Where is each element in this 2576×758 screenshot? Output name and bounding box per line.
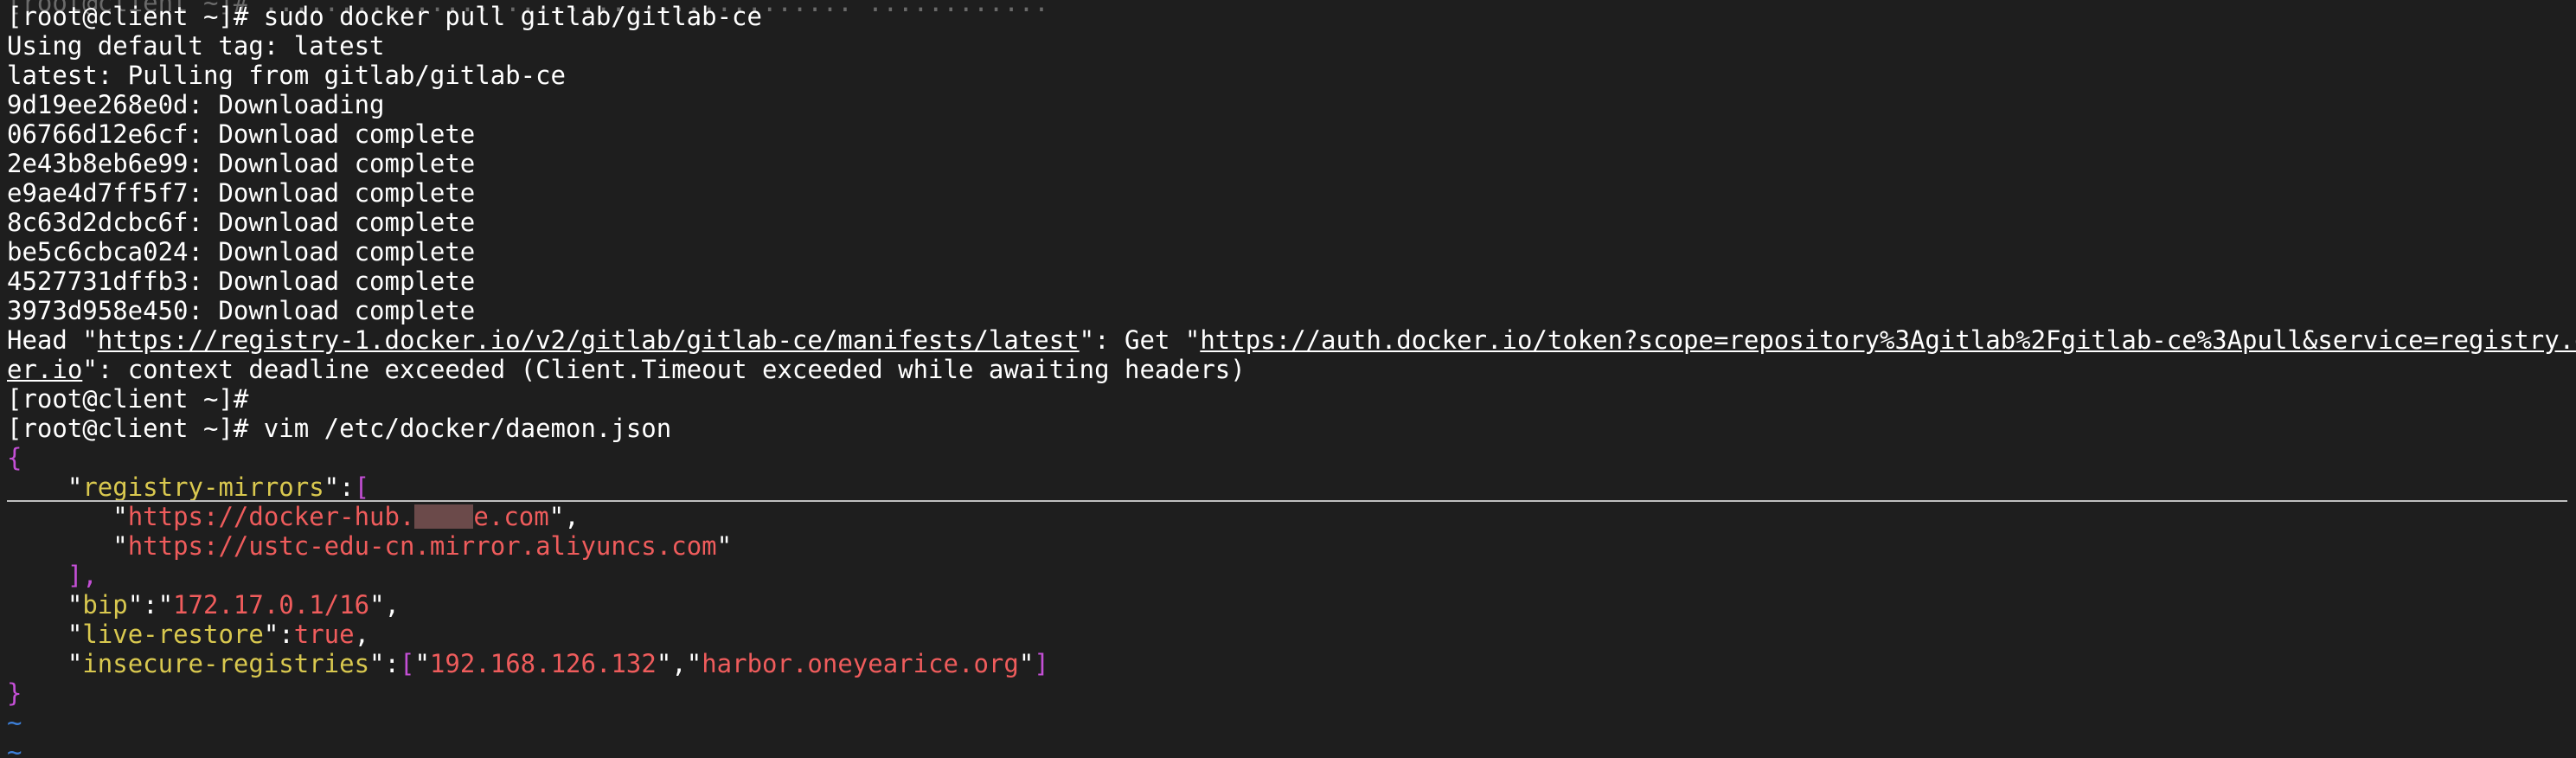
mirror1-value-end: e.com [473, 502, 549, 531]
quote: " [67, 649, 83, 678]
manifest-url-link[interactable]: https://registry-1.docker.io/v2/gitlab/g… [98, 325, 1080, 355]
error-middle: ": Get " [1079, 325, 1201, 355]
key-live-restore: live-restore [82, 620, 264, 649]
key-registry-mirrors: registry-mirrors [82, 472, 324, 502]
quote: ", [369, 590, 400, 620]
json-line-bip: "bip":"172.17.0.1/16", [7, 590, 400, 620]
quote: " [67, 590, 83, 620]
mirror2-value: https://ustc-edu-cn.mirror.aliyuncs.com [127, 531, 717, 561]
quote: " [414, 649, 430, 678]
output-line: 3973d958e450: Download complete [7, 296, 476, 325]
json-line-mirror1: "https://docker-hub. e.com", [7, 502, 580, 531]
output-line: 8c63d2dcbc6f: Download complete [7, 208, 476, 237]
insecure-registry-1: 192.168.126.132 [429, 649, 657, 678]
error-suffix: ": context deadline exceeded (Client.Tim… [82, 355, 1246, 384]
value-live-restore: true [293, 620, 355, 649]
output-line: Using default tag: latest [7, 31, 385, 61]
close-brace: } [7, 678, 22, 708]
close-bracket: ], [67, 561, 98, 590]
output-line: 9d19ee268e0d: Downloading [7, 90, 385, 119]
auth-url-link-wrap[interactable]: er.io [7, 355, 82, 384]
open-brace: { [7, 443, 22, 472]
quote: ": [263, 620, 294, 649]
quote: " [67, 620, 83, 649]
redacted-block [414, 504, 474, 529]
output-line: be5c6cbca024: Download complete [7, 237, 476, 267]
quote: " [716, 531, 733, 561]
insecure-registry-2: harbor.oneyearice.org [702, 649, 1019, 678]
output-line: 4527731dffb3: Download complete [7, 267, 476, 296]
auth-url-link[interactable]: https://auth.docker.io/token?scope=repos… [1200, 325, 2576, 355]
quote: ": [369, 649, 400, 678]
json-line-mirror2: "https://ustc-edu-cn.mirror.aliyuncs.com… [7, 531, 732, 561]
output-line: e9ae4d7ff5f7: Download complete [7, 178, 476, 208]
quote: ": [324, 472, 355, 502]
comma: , [354, 620, 370, 649]
quote: ":" [127, 590, 174, 620]
quote: " [1018, 649, 1035, 678]
output-line: 06766d12e6cf: Download complete [7, 119, 476, 149]
output-line: 2e43b8eb6e99: Download complete [7, 149, 476, 178]
json-close-bracket-line: ], [7, 561, 98, 590]
mirror1-value-start: https://docker-hub. [127, 502, 415, 531]
quote: "," [656, 649, 702, 678]
prompt-line: [root@client ~]# [7, 384, 249, 414]
error-line-wrap: er.io": context deadline exceeded (Clien… [7, 355, 1246, 384]
json-line-insecure-registries: "insecure-registries":["192.168.126.132"… [7, 649, 1049, 678]
quote: " [112, 531, 128, 561]
error-line: Head "https://registry-1.docker.io/v2/gi… [7, 325, 2576, 355]
output-line: latest: Pulling from gitlab/gitlab-ce [7, 61, 567, 90]
open-bracket: [ [399, 649, 415, 678]
command-line-docker-pull: [root@client ~]# sudo docker pull gitlab… [7, 2, 762, 31]
open-bracket: [ [354, 472, 370, 502]
vim-empty-line-tilde: ~ [7, 708, 22, 737]
quote: " [112, 502, 128, 531]
close-bracket: ] [1034, 649, 1049, 678]
command-line-vim: [root@client ~]# vim /etc/docker/daemon.… [7, 414, 672, 443]
quote: ", [548, 502, 580, 531]
json-close-brace-line: } [7, 678, 22, 708]
terminal-window[interactable]: [root@client ~]# .......................… [0, 0, 2576, 758]
vim-empty-line-tilde: ~ [7, 737, 22, 758]
key-insecure-registries: insecure-registries [82, 649, 370, 678]
json-line-registry-mirrors: "registry-mirrors":[ [7, 472, 369, 502]
json-open-brace: { [7, 443, 22, 472]
value-bip: 172.17.0.1/16 [173, 590, 370, 620]
error-prefix: Head " [7, 325, 98, 355]
json-line-live-restore: "live-restore":true, [7, 620, 369, 649]
quote: " [67, 472, 83, 502]
key-bip: bip [82, 590, 128, 620]
